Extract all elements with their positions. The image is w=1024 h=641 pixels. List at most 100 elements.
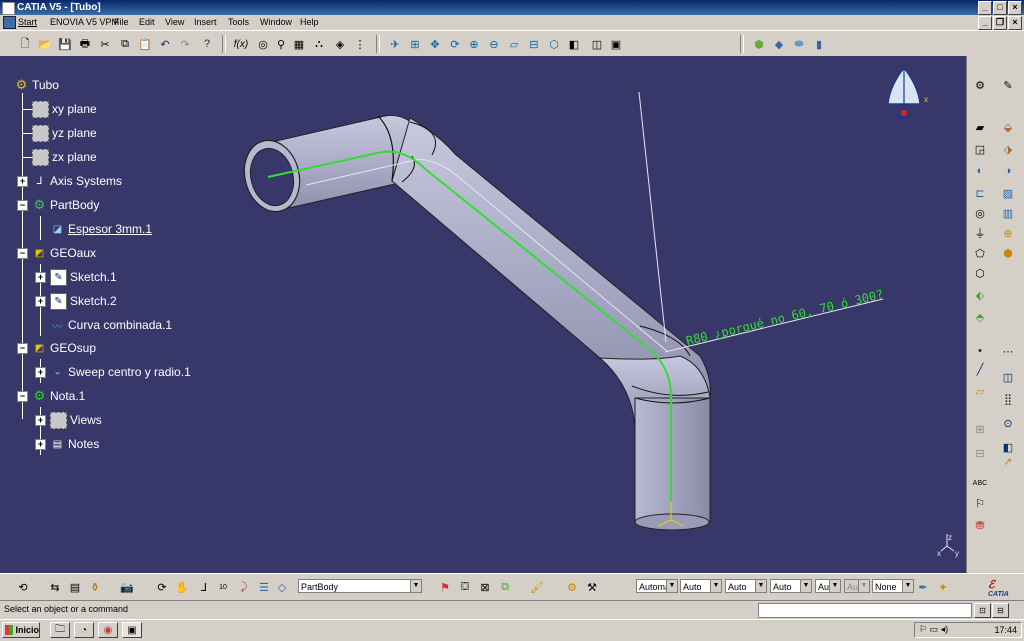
chamfer-icon[interactable]: ⬗: [1001, 142, 1015, 156]
flag-icon[interactable]: ⚑: [438, 580, 452, 594]
expand-toggle[interactable]: +: [35, 296, 46, 307]
shell-icon[interactable]: ▨: [1001, 186, 1015, 200]
tree-node-sweep[interactable]: ◒ Sweep centro y radio.1: [50, 363, 190, 381]
pocket-icon[interactable]: ◲: [973, 142, 987, 156]
status-cancel-button[interactable]: ⊡: [974, 603, 991, 618]
undo-icon[interactable]: ↶: [158, 37, 172, 51]
zoom-in-icon[interactable]: ⊕: [467, 37, 481, 51]
axis-system-create-icon[interactable]: ⊟: [973, 446, 987, 460]
transparency-select[interactable]: Auto ▼: [680, 579, 722, 593]
bottle-icon[interactable]: ⚱: [88, 580, 102, 594]
knowledge-advisor-icon[interactable]: ◎: [256, 37, 270, 51]
apply-material-icon[interactable]: ▮: [812, 37, 826, 51]
reorder-icon[interactable]: ⇆: [48, 580, 62, 594]
expand-toggle[interactable]: +: [35, 415, 46, 426]
formula-icon[interactable]: f(x): [234, 37, 248, 51]
stiffener-icon[interactable]: ⏚: [973, 226, 987, 240]
doc-close-button[interactable]: ×: [1008, 16, 1022, 30]
eraser-icon[interactable]: ⬬: [792, 37, 806, 51]
magic-icon[interactable]: ⚒: [585, 580, 599, 594]
light-icon[interactable]: ⚲: [274, 37, 288, 51]
tree-node-sketch2[interactable]: ✎ Sketch.2: [50, 292, 117, 310]
expand-toggle[interactable]: +: [35, 272, 46, 283]
constraint-icon[interactable]: ⊞: [973, 422, 987, 436]
tree-node-sketch1[interactable]: ✎ Sketch.1: [50, 268, 117, 286]
color-select[interactable]: Automa ▼: [636, 579, 678, 593]
chrome-taskbar-icon[interactable]: ◉: [98, 622, 118, 638]
collapse-toggle[interactable]: −: [17, 200, 28, 211]
expand-toggle[interactable]: +: [35, 367, 46, 378]
explorer-taskbar-icon[interactable]: 🗀: [50, 622, 70, 638]
hand-icon[interactable]: ✋: [175, 580, 189, 594]
menu-help[interactable]: Help: [300, 15, 319, 29]
translate-icon[interactable]: ⋯: [1001, 344, 1015, 358]
layer-select[interactable]: None ▼: [872, 579, 914, 593]
layers-icon[interactable]: ⧉: [498, 580, 512, 594]
capture-icon[interactable]: 📷: [120, 580, 134, 594]
tray-icons[interactable]: ⚐ ▭ ◂): [919, 624, 948, 635]
fit-all-in-icon[interactable]: ⊞: [408, 37, 422, 51]
dress-up-icon[interactable]: ⬙: [1001, 120, 1015, 134]
sketch-edit-icon[interactable]: ✎: [1001, 78, 1015, 92]
axis-icon[interactable]: ⅃: [197, 580, 211, 594]
paint-icon[interactable]: 🖌: [530, 580, 544, 594]
menu-enovia[interactable]: ENOVIA V5 VPM: [50, 15, 119, 29]
normal-view-icon[interactable]: ⏥: [507, 37, 521, 51]
loft-icon[interactable]: ⬠: [973, 246, 987, 260]
scan-icon[interactable]: ▤: [68, 580, 82, 594]
chevron-down-icon[interactable]: ▼: [858, 580, 869, 592]
expand-toggle[interactable]: +: [17, 176, 28, 187]
split-icon[interactable]: ⬡: [973, 266, 987, 280]
tree-node-yz-plane[interactable]: yz plane: [32, 124, 97, 142]
collapse-toggle[interactable]: −: [17, 248, 28, 259]
line-icon[interactable]: ╱: [973, 362, 987, 376]
linetype-select[interactable]: Auto ▼: [770, 579, 812, 593]
menu-edit[interactable]: Edit: [139, 15, 155, 29]
select-cursor-icon[interactable]: ➚: [1001, 454, 1015, 468]
point-icon[interactable]: •: [973, 344, 987, 358]
tree-node-partbody[interactable]: ⚙ PartBody: [32, 196, 100, 214]
close-button[interactable]: ×: [1008, 1, 1022, 15]
measure-item-icon[interactable]: ◆: [772, 37, 786, 51]
document-icon[interactable]: [3, 16, 16, 29]
mirror-icon[interactable]: ◫: [1001, 370, 1015, 384]
catia-taskbar-button[interactable]: ▣: [122, 622, 142, 638]
save-icon[interactable]: 💾: [58, 37, 72, 51]
boolean-icon[interactable]: ⬢: [1001, 246, 1015, 260]
menu-window[interactable]: Window: [260, 15, 292, 29]
tree-node-espesor[interactable]: ◪ Espesor 3mm.1: [50, 220, 152, 238]
update-icon[interactable]: ⟲: [16, 580, 30, 594]
tree-node-nota[interactable]: ⚙ Nota.1: [32, 387, 86, 405]
pad-icon[interactable]: ▰: [973, 120, 987, 134]
multi-view-icon[interactable]: ⊟: [527, 37, 541, 51]
open-folder-icon[interactable]: 📂: [38, 37, 52, 51]
tree-node-notes[interactable]: ▤ Notes: [50, 435, 100, 453]
expand-toggle[interactable]: +: [35, 439, 46, 450]
doc-restore-button[interactable]: ❐: [993, 16, 1007, 30]
chevron-down-icon[interactable]: ▼: [666, 580, 677, 592]
collapse-toggle[interactable]: −: [17, 343, 28, 354]
properties-icon[interactable]: ⚙: [565, 580, 579, 594]
fly-mode-icon[interactable]: ✈: [388, 37, 402, 51]
thread-icon[interactable]: ▥: [1001, 206, 1015, 220]
tree-node-geosup[interactable]: ◩ GEOsup: [32, 339, 96, 357]
chevron-down-icon[interactable]: ▼: [755, 580, 766, 592]
design-table-icon[interactable]: ▦: [292, 37, 306, 51]
grid-icon[interactable]: ⊠: [478, 580, 492, 594]
collapse-toggle[interactable]: −: [17, 391, 28, 402]
rendering-style-select[interactable]: Aut ▼: [844, 579, 870, 593]
menu-start[interactable]: Start: [18, 15, 37, 29]
clock[interactable]: 17:44: [994, 625, 1017, 635]
tree-node-curva[interactable]: 〰 Curva combinada.1: [50, 316, 173, 334]
rotation-icon[interactable]: ⟳: [155, 580, 169, 594]
apply-material-side-icon[interactable]: ⛃: [973, 518, 987, 532]
constraint-dim-icon[interactable]: ⤸: [237, 580, 251, 594]
text-annotation-icon[interactable]: ABC: [973, 476, 987, 490]
draft-icon[interactable]: ◑: [1001, 164, 1015, 178]
tree-node-axis-systems[interactable]: ⅃ Axis Systems: [32, 172, 122, 190]
hole-icon[interactable]: ◎: [973, 206, 987, 220]
current-body-select[interactable]: PartBody ▼: [298, 579, 422, 593]
rectangular-pattern-icon[interactable]: ⣿: [1001, 392, 1015, 406]
close-surface-icon[interactable]: ⬘: [973, 310, 987, 324]
analysis-icon[interactable]: ⛋: [458, 580, 472, 594]
